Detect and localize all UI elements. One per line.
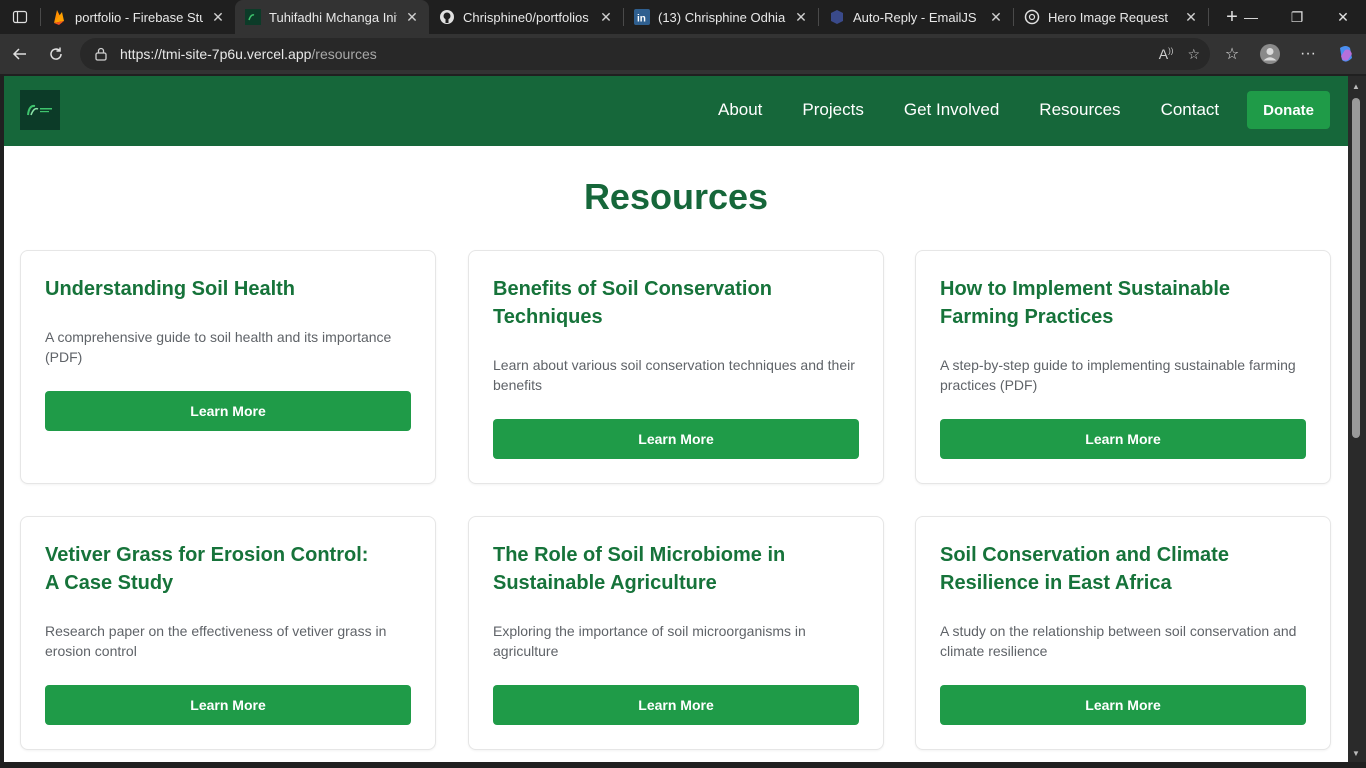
tab-title: (13) Chrisphine Odhiam bbox=[658, 9, 786, 25]
learn-more-button[interactable]: Learn More bbox=[493, 419, 859, 459]
more-options-icon[interactable]: ··· bbox=[1296, 42, 1320, 66]
resource-card: Benefits of Soil Conservation Techniques… bbox=[468, 250, 884, 484]
url-actions: A)) ☆ bbox=[1159, 38, 1200, 70]
window-controls: — ❐ ✕ bbox=[1228, 0, 1366, 34]
url-field[interactable]: https://tmi-site-7p6u.vercel.app/resourc… bbox=[80, 38, 1210, 70]
close-window-icon[interactable]: ✕ bbox=[1320, 0, 1366, 34]
close-icon[interactable]: ✕ bbox=[211, 9, 225, 26]
nav-projects[interactable]: Projects bbox=[802, 100, 863, 120]
close-icon[interactable]: ✕ bbox=[405, 9, 419, 26]
nav-contact[interactable]: Contact bbox=[1161, 100, 1220, 120]
card-description: A step-by-step guide to implementing sus… bbox=[940, 357, 1296, 393]
restore-icon[interactable]: ❐ bbox=[1274, 0, 1320, 34]
card-description: A study on the relationship between soil… bbox=[940, 623, 1297, 659]
browser-tab[interactable]: Auto-Reply - EmailJS ✕ bbox=[819, 0, 1013, 34]
browser-tab-active[interactable]: Tuhifadhi Mchanga Init ✕ bbox=[235, 0, 429, 34]
site-logo[interactable] bbox=[20, 90, 60, 130]
browser-tab[interactable]: in (13) Chrisphine Odhiam ✕ bbox=[624, 0, 818, 34]
window-bottom-edge bbox=[0, 762, 1366, 768]
close-icon[interactable]: ✕ bbox=[599, 9, 613, 26]
nav-get-involved[interactable]: Get Involved bbox=[904, 100, 999, 120]
url-text: https://tmi-site-7p6u.vercel.app/resourc… bbox=[120, 46, 377, 62]
learn-more-button[interactable]: Learn More bbox=[940, 419, 1306, 459]
address-toolbar: https://tmi-site-7p6u.vercel.app/resourc… bbox=[0, 34, 1366, 74]
browser-tab-strip: portfolio - Firebase Stu ✕ Tuhifadhi Mch… bbox=[0, 0, 1366, 34]
browser-tools: ☆ ··· bbox=[1220, 34, 1358, 74]
tab-separator bbox=[1208, 8, 1209, 26]
tab-title: Hero Image Request bbox=[1048, 9, 1168, 25]
minimize-icon[interactable]: — bbox=[1228, 0, 1274, 34]
nav-resources[interactable]: Resources bbox=[1039, 100, 1120, 120]
page-title: Resources bbox=[583, 176, 769, 217]
url-path: /resources bbox=[311, 46, 377, 62]
card-title: Benefits of Soil Conservation Techniques bbox=[493, 278, 772, 328]
back-icon[interactable] bbox=[2, 36, 38, 72]
favorite-star-icon[interactable]: ☆ bbox=[1187, 46, 1200, 63]
card-description: Learn about various soil conservation te… bbox=[493, 357, 855, 393]
page-scrollbar[interactable]: ▲ ▼ bbox=[1348, 76, 1366, 762]
url-host: https://tmi-site-7p6u.vercel.app bbox=[120, 46, 312, 62]
learn-more-button[interactable]: Learn More bbox=[45, 391, 411, 431]
card-description: Research paper on the effectiveness of v… bbox=[45, 623, 387, 659]
card-title: Soil Conservation and Climate Resilience… bbox=[940, 544, 1229, 594]
nav-about[interactable]: About bbox=[718, 100, 762, 120]
site-header: About Projects Get Involved Resources Co… bbox=[4, 76, 1348, 146]
tab-title: Chrisphine0/portfolios bbox=[463, 9, 589, 25]
resource-card: How to Implement Sustainable Farming Pra… bbox=[915, 250, 1331, 484]
github-icon bbox=[439, 9, 455, 25]
site-info-icon[interactable] bbox=[94, 47, 108, 61]
page-viewport: About Projects Get Involved Resources Co… bbox=[4, 76, 1348, 762]
resource-card: Soil Conservation and Climate Resilience… bbox=[915, 516, 1331, 750]
donate-button[interactable]: Donate bbox=[1247, 91, 1330, 129]
browser-tab[interactable]: portfolio - Firebase Stu ✕ bbox=[41, 0, 235, 34]
tab-title: portfolio - Firebase Stu bbox=[75, 9, 203, 25]
close-icon[interactable]: ✕ bbox=[989, 9, 1003, 26]
browser-tab[interactable]: Hero Image Request ✕ bbox=[1014, 0, 1208, 34]
scroll-up-icon[interactable]: ▲ bbox=[1352, 82, 1360, 91]
favorites-icon[interactable]: ☆ bbox=[1220, 42, 1244, 66]
card-description: A comprehensive guide to soil health and… bbox=[45, 329, 392, 365]
card-title: The Role of Soil Microbiome in Sustainab… bbox=[493, 544, 786, 594]
learn-more-button[interactable]: Learn More bbox=[940, 685, 1306, 725]
resource-card: The Role of Soil Microbiome in Sustainab… bbox=[468, 516, 884, 750]
chatgpt-icon bbox=[1024, 9, 1040, 25]
card-title: How to Implement Sustainable Farming Pra… bbox=[940, 278, 1231, 328]
read-aloud-icon[interactable]: A)) bbox=[1159, 46, 1174, 62]
scrollbar-thumb[interactable] bbox=[1352, 98, 1360, 438]
close-icon[interactable]: ✕ bbox=[794, 9, 808, 26]
card-description: Exploring the importance of soil microor… bbox=[493, 623, 806, 659]
tab-actions-icon[interactable] bbox=[0, 0, 40, 34]
tab-title: Auto-Reply - EmailJS bbox=[853, 9, 977, 25]
copilot-icon[interactable] bbox=[1334, 42, 1358, 66]
resource-card: Vetiver Grass for Erosion Control: A Cas… bbox=[20, 516, 436, 750]
learn-more-button[interactable]: Learn More bbox=[45, 685, 411, 725]
scroll-down-icon[interactable]: ▼ bbox=[1352, 749, 1360, 758]
card-title: Understanding Soil Health bbox=[45, 278, 296, 300]
emailjs-icon bbox=[829, 9, 845, 25]
profile-avatar-icon[interactable] bbox=[1258, 42, 1282, 66]
close-icon[interactable]: ✕ bbox=[1184, 9, 1198, 26]
firebase-icon bbox=[51, 9, 67, 25]
card-title: Vetiver Grass for Erosion Control: A Cas… bbox=[45, 544, 369, 594]
resource-card: Understanding Soil Health A comprehensiv… bbox=[20, 250, 436, 484]
learn-more-button[interactable]: Learn More bbox=[493, 685, 859, 725]
tab-title: Tuhifadhi Mchanga Init bbox=[269, 9, 397, 25]
refresh-icon[interactable] bbox=[38, 36, 74, 72]
svg-text:in: in bbox=[637, 14, 646, 25]
linkedin-icon: in bbox=[634, 9, 650, 25]
browser-tab[interactable]: Chrisphine0/portfolios ✕ bbox=[429, 0, 623, 34]
main-nav: About Projects Get Involved Resources Co… bbox=[718, 90, 1330, 130]
site-favicon bbox=[245, 9, 261, 25]
